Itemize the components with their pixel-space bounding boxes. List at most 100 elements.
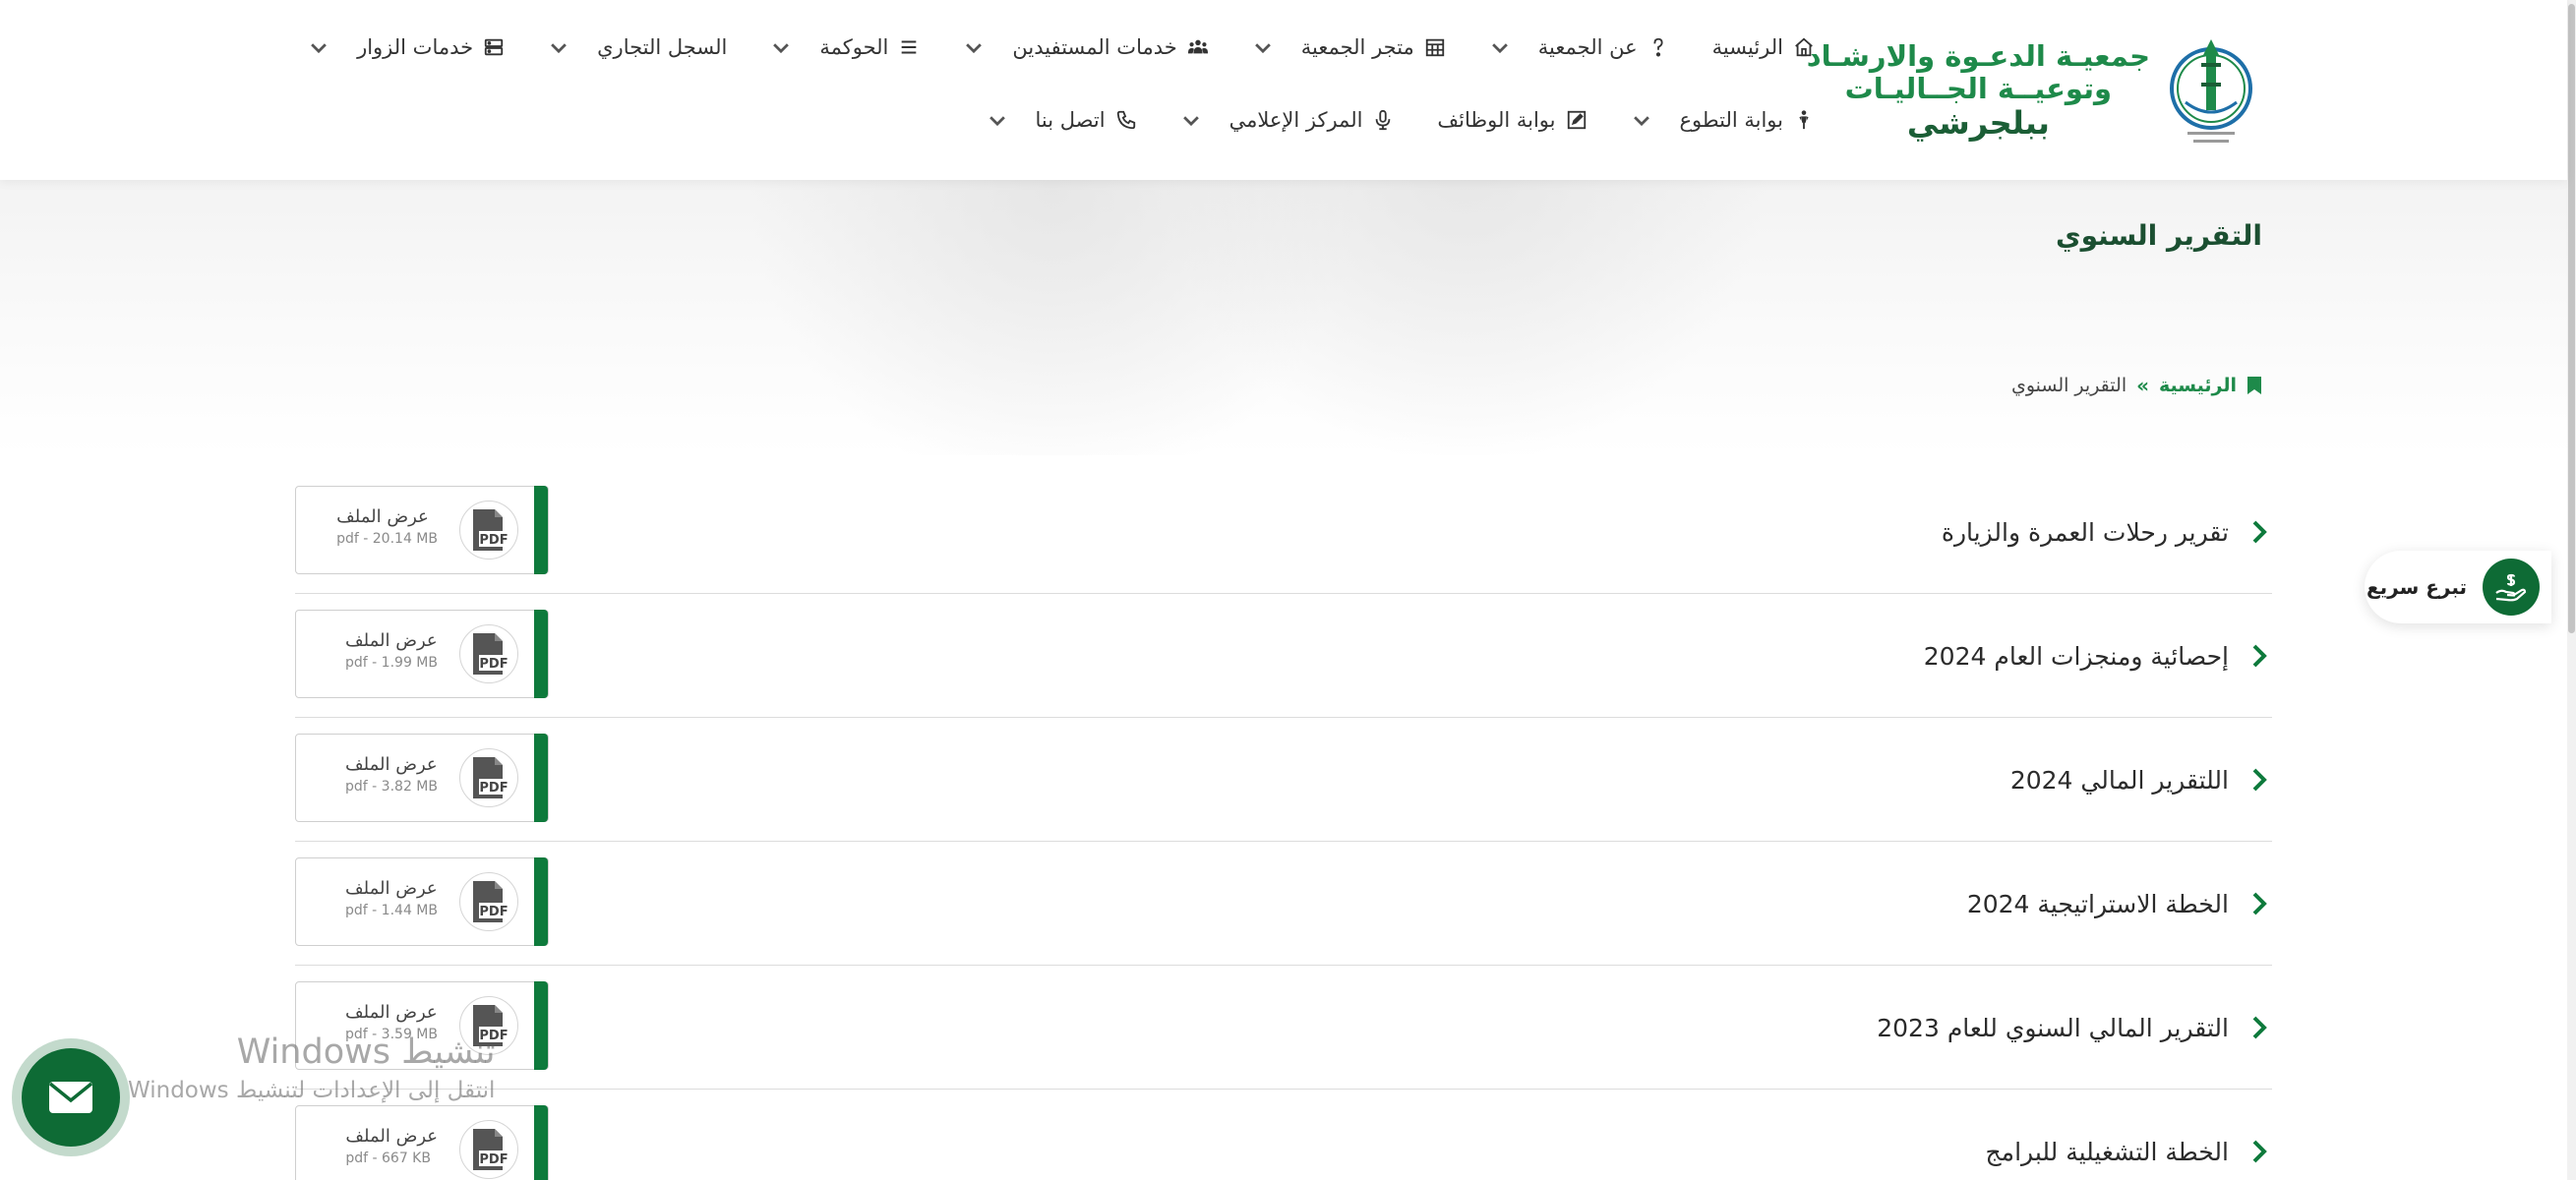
main-nav-row-2: بوابة التطوع بوابة الوظائف المركز الإعلا… bbox=[987, 108, 1815, 132]
logo-title-line1: جمعيـة الدعـوة والارشـاد bbox=[1806, 38, 2150, 73]
pdf-badge-text: PDF bbox=[479, 905, 508, 919]
scrollbar-thumb[interactable] bbox=[2568, 4, 2575, 633]
logo-title-line3: ببلجرشي bbox=[1906, 104, 2050, 143]
view-file-button[interactable]: PDF عرض الملف pdf - 3.82 MB bbox=[295, 734, 549, 822]
view-file-label: عرض الملف bbox=[345, 754, 438, 775]
view-file-button[interactable]: PDF عرض الملف pdf - 1.44 MB bbox=[295, 857, 549, 946]
chevron-left-icon bbox=[2252, 892, 2267, 915]
nav-visitor-services[interactable]: خدمات الزوار bbox=[308, 35, 505, 59]
nav-home[interactable]: الرئيسية bbox=[1712, 35, 1815, 59]
pdf-badge-text: PDF bbox=[479, 657, 508, 672]
file-title-text: اللتقرير المالي 2024 bbox=[2009, 765, 2229, 795]
breadcrumb-separator: » bbox=[2136, 374, 2150, 397]
server-icon bbox=[484, 38, 504, 56]
chevron-left-icon bbox=[2252, 520, 2267, 544]
chevron-down-icon bbox=[1491, 43, 1508, 54]
nav-commercial-register[interactable]: السجل التجاري bbox=[548, 35, 727, 59]
pdf-badge: PDF bbox=[459, 624, 518, 683]
volunteer-icon bbox=[1799, 110, 1809, 130]
pdf-badge: PDF bbox=[459, 748, 518, 807]
donate-icon-circle bbox=[2483, 559, 2540, 616]
file-card-accent bbox=[534, 610, 548, 698]
file-row: إحصائية ومنجزات العام 2024 PDF عرض الملف… bbox=[295, 594, 2272, 718]
file-title-link[interactable]: الخطة الاستراتيجية 2024 bbox=[1967, 842, 2272, 966]
file-row: التقرير المالي السنوي للعام 2023 PDF عرض… bbox=[295, 966, 2272, 1090]
calendar-icon bbox=[1425, 38, 1444, 57]
file-title-text: تقرير رحلات العمرة والزيارة bbox=[1941, 517, 2229, 547]
site-logo[interactable]: جمعيـة الدعـوة والارشـاد وتوعيــة الجــا… bbox=[1807, 30, 2254, 152]
nav-volunteer-portal-label: بوابة التطوع bbox=[1679, 108, 1783, 132]
nav-media-center[interactable]: المركز الإعلامي bbox=[1180, 108, 1395, 132]
site-header: جمعيـة الدعـوة والارشـاد وتوعيــة الجــا… bbox=[0, 0, 2567, 180]
chevron-down-icon bbox=[1254, 43, 1271, 54]
file-size: pdf - 1.99 MB bbox=[345, 655, 438, 671]
view-file-button[interactable]: PDF عرض الملف pdf - 1.99 MB bbox=[295, 610, 549, 698]
pdf-file-icon: PDF bbox=[473, 509, 509, 551]
file-title-link[interactable]: تقرير رحلات العمرة والزيارة bbox=[1942, 470, 2272, 594]
file-row: تقرير رحلات العمرة والزيارة PDF عرض المل… bbox=[295, 470, 2272, 594]
nav-volunteer-portal[interactable]: بوابة التطوع bbox=[1631, 108, 1815, 132]
nav-store-label: متجر الجمعية bbox=[1300, 35, 1414, 59]
quick-donate-label: تبرع سريع bbox=[2366, 575, 2467, 599]
nav-governance-label: الحوكمة bbox=[819, 35, 889, 59]
file-size: pdf - 3.82 MB bbox=[345, 779, 438, 795]
file-title-text: الخطة الاستراتيجية 2024 bbox=[1966, 889, 2229, 918]
view-file-button[interactable]: PDF عرض الملف pdf - 667 KB bbox=[295, 1105, 549, 1180]
nav-governance[interactable]: الحوكمة bbox=[770, 35, 920, 59]
file-row: الخطة الاستراتيجية 2024 PDF عرض الملف pd… bbox=[295, 842, 2272, 966]
view-file-button[interactable]: PDF عرض الملف pdf - 20.14 MB bbox=[295, 486, 549, 574]
file-size: pdf - 20.14 MB bbox=[336, 531, 438, 547]
quick-donate-button[interactable]: تبرع سريع bbox=[2365, 551, 2551, 623]
file-title-text: إحصائية ومنجزات العام 2024 bbox=[1923, 641, 2229, 671]
scrollbar-track[interactable] bbox=[2567, 0, 2576, 1180]
report-file-list: تقرير رحلات العمرة والزيارة PDF عرض المل… bbox=[295, 470, 2272, 1180]
chevron-down-icon bbox=[988, 116, 1005, 127]
chevron-left-icon bbox=[2252, 1016, 2267, 1039]
file-title-link[interactable]: الخطة التشغيلية للبرامج bbox=[1986, 1090, 2272, 1180]
nav-about-label: عن الجمعية bbox=[1537, 35, 1638, 59]
nav-jobs-portal[interactable]: بوابة الوظائف bbox=[1437, 108, 1587, 132]
file-row: الخطة التشغيلية للبرامج PDF عرض الملف pd… bbox=[295, 1090, 2272, 1180]
nav-store[interactable]: متجر الجمعية bbox=[1252, 35, 1446, 59]
nav-home-label: الرئيسية bbox=[1711, 35, 1783, 59]
nav-jobs-portal-label: بوابة الوظائف bbox=[1437, 108, 1556, 132]
chevron-left-icon bbox=[2252, 1140, 2267, 1163]
bookmark-icon bbox=[2247, 377, 2261, 394]
nav-contact-us[interactable]: اتصل بنا bbox=[987, 108, 1137, 132]
file-title-link[interactable]: اللتقرير المالي 2024 bbox=[2010, 718, 2272, 842]
file-title-link[interactable]: إحصائية ومنجزات العام 2024 bbox=[1924, 594, 2272, 718]
view-file-label: عرض الملف bbox=[345, 630, 438, 651]
microphone-icon bbox=[1376, 109, 1391, 131]
file-title-text: التقرير المالي السنوي للعام 2023 bbox=[1877, 1013, 2229, 1042]
contact-mail-button[interactable] bbox=[12, 1038, 130, 1156]
file-size: pdf - 667 KB bbox=[345, 1150, 431, 1166]
edit-icon bbox=[1567, 110, 1586, 130]
watermark-title: تنشيط Windows bbox=[236, 1032, 496, 1072]
chevron-down-icon bbox=[311, 43, 327, 54]
chevron-down-icon bbox=[966, 43, 983, 54]
logo-emblem-icon bbox=[2170, 38, 2252, 143]
nav-visitor-services-label: خدمات الزوار bbox=[357, 35, 474, 59]
page-title: التقرير السنوي bbox=[2055, 219, 2262, 252]
nav-contact-us-label: اتصل بنا bbox=[1035, 108, 1106, 132]
logo-title-line2: وتوعيــة الجــاليـات bbox=[1844, 72, 2113, 106]
pdf-badge: PDF bbox=[459, 872, 518, 931]
nav-beneficiary-services[interactable]: خدمات المستفيدين bbox=[963, 35, 1208, 59]
chevron-down-icon bbox=[551, 43, 567, 54]
nav-about[interactable]: عن الجمعية bbox=[1489, 35, 1669, 59]
watermark-subtitle: انتقل إلى الإعدادات لتنشيط Windows bbox=[128, 1078, 496, 1103]
users-icon bbox=[1187, 39, 1208, 54]
pdf-file-icon: PDF bbox=[473, 633, 509, 675]
file-title-text: الخطة التشغيلية للبرامج bbox=[1985, 1137, 2229, 1166]
main-nav-row-1: الرئيسية عن الجمعية متجر الجمعية خدمات ا… bbox=[308, 35, 1815, 59]
file-title-link[interactable]: التقرير المالي السنوي للعام 2023 bbox=[1877, 966, 2272, 1090]
phone-icon bbox=[1116, 110, 1135, 130]
file-card-accent bbox=[534, 981, 548, 1070]
breadcrumb-home-link[interactable]: الرئيسية bbox=[2159, 375, 2237, 396]
chevron-down-icon bbox=[773, 43, 790, 54]
breadcrumb: الرئيسية » التقرير السنوي bbox=[2011, 374, 2262, 397]
pdf-file-icon: PDF bbox=[473, 881, 509, 922]
list-icon bbox=[902, 40, 917, 54]
file-card-accent bbox=[534, 857, 548, 946]
pdf-badge-text: PDF bbox=[479, 781, 508, 796]
